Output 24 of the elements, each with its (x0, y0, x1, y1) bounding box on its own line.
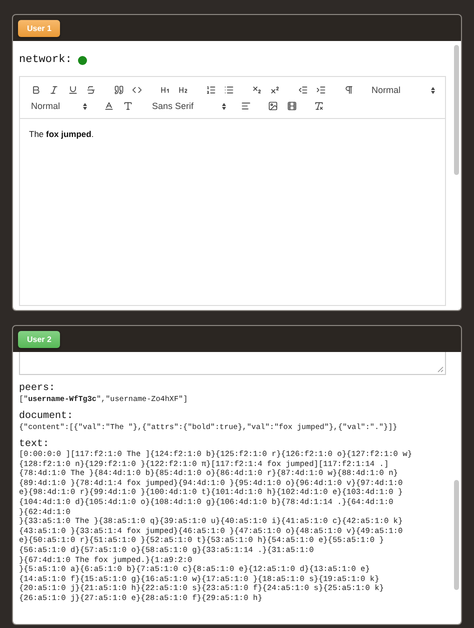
video-icon[interactable] (285, 101, 299, 111)
caret-icon (222, 102, 226, 110)
heading-two-icon[interactable] (176, 85, 190, 95)
code-icon[interactable] (130, 85, 144, 95)
image-icon[interactable] (266, 101, 280, 111)
editor-text: The fox jumped. (28, 128, 95, 141)
scrollbar-thumb[interactable] (454, 480, 459, 590)
outdent-icon[interactable] (296, 85, 310, 95)
quote-icon[interactable] (112, 85, 126, 95)
rich-text-editor[interactable]: Normal Normal Sans Serif The fox jumped. (19, 76, 446, 306)
format-dropdown[interactable]: Sans Serif (150, 101, 228, 111)
format-dropdown[interactable]: Normal (370, 85, 438, 95)
align-icon[interactable] (239, 101, 253, 111)
indent-icon[interactable] (314, 85, 328, 95)
format-dropdown[interactable]: Normal (29, 101, 89, 111)
section-label: peers: (19, 383, 56, 394)
scrollbar-thumb[interactable] (454, 45, 459, 175)
section-label: text: (19, 439, 50, 450)
section-label: document: (19, 411, 74, 422)
ordered-list-icon[interactable] (204, 85, 218, 95)
resize-grip-icon[interactable] (437, 366, 444, 373)
caret-icon (83, 102, 87, 110)
caret-icon (431, 86, 436, 94)
network-label: network: (19, 54, 72, 66)
